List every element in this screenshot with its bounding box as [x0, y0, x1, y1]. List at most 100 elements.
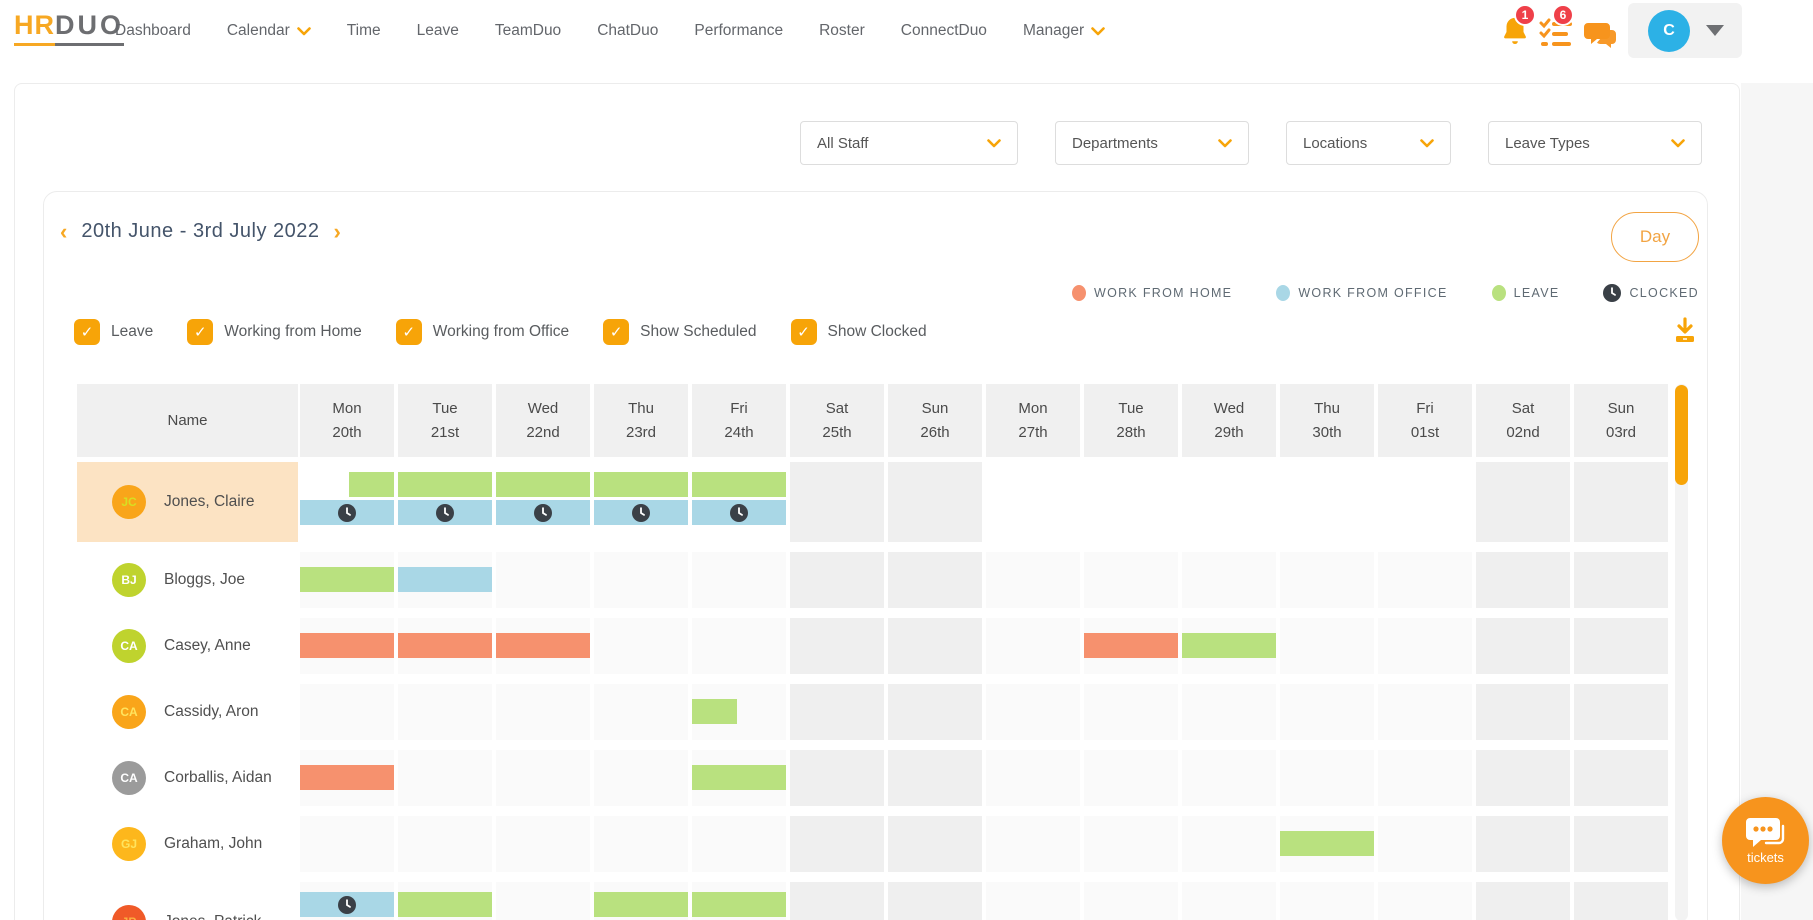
day-cell	[790, 684, 884, 740]
day-cell	[1182, 882, 1276, 920]
nav-item-leave[interactable]: Leave	[417, 22, 459, 40]
nav-item-label: ConnectDuo	[900, 22, 987, 39]
schedule-bar-office[interactable]	[692, 500, 786, 525]
filter-dropdown-all-staff[interactable]: All Staff	[800, 121, 1018, 165]
filter-dropdown-departments[interactable]: Departments	[1055, 121, 1249, 165]
nav-item-dashboard[interactable]: Dashboard	[115, 22, 191, 40]
nav-item-manager[interactable]: Manager	[1023, 22, 1105, 40]
day-cell	[986, 684, 1080, 740]
chevron-down-icon	[1218, 138, 1232, 148]
day-cell	[888, 816, 982, 872]
notifications-bell-icon[interactable]: 1	[1498, 4, 1536, 55]
schedule-bar-leave[interactable]	[594, 472, 688, 497]
schedule-bar-leave[interactable]	[692, 699, 738, 724]
chevron-down-icon	[987, 138, 1001, 148]
schedule-bar-leave[interactable]	[348, 472, 394, 497]
clock-icon	[338, 895, 356, 914]
next-period-chevron-icon[interactable]: ›	[334, 220, 341, 243]
day-date: 28th	[1116, 423, 1146, 441]
schedule-bar-leave[interactable]	[692, 892, 786, 917]
schedule-bar-office[interactable]	[300, 892, 394, 917]
schedule-bar-leave[interactable]	[300, 567, 394, 592]
schedule-bar-leave[interactable]	[594, 892, 688, 917]
logo-duo: DUO	[55, 10, 124, 46]
grid-scrollbar-thumb[interactable]	[1675, 385, 1688, 485]
tasks-list-icon[interactable]: 6	[1538, 4, 1574, 55]
schedule-bar-leave[interactable]	[1280, 831, 1374, 856]
schedule-bar-office[interactable]	[398, 567, 492, 592]
checkbox-checked: ✓	[187, 319, 214, 345]
schedule-bar-home[interactable]	[398, 633, 492, 658]
day-cell	[1280, 750, 1374, 806]
schedule-bar-leave[interactable]	[1182, 633, 1276, 658]
chat-bubbles-icon[interactable]	[1582, 20, 1618, 55]
nav-item-roster[interactable]: Roster	[819, 22, 865, 40]
row-name-cell[interactable]: CA Cassidy, Aron	[77, 684, 298, 740]
nav-item-label: Time	[346, 22, 381, 39]
row-name-cell[interactable]: JP Jones, Patrick	[77, 882, 298, 920]
nav-item-chatduo[interactable]: ChatDuo	[597, 22, 658, 40]
schedule-bar-home[interactable]	[300, 633, 394, 658]
header-day-cell: Fri 24th	[692, 384, 786, 457]
row-name-cell[interactable]: BJ Bloggs, Joe	[77, 552, 298, 608]
nav-item-performance[interactable]: Performance	[694, 22, 783, 40]
schedule-bar-office[interactable]	[398, 500, 492, 525]
day-date: 26th	[920, 423, 950, 441]
checkbox-checked: ✓	[74, 319, 100, 345]
nav-item-teamduo[interactable]: TeamDuo	[495, 22, 561, 40]
day-header-label: Mon 27th	[986, 384, 1080, 457]
row-name-cell[interactable]: JC Jones, Claire	[77, 462, 298, 542]
schedule-bar-home[interactable]	[300, 765, 394, 790]
day-date: 20th	[332, 423, 362, 441]
row-name-cell[interactable]: GJ Graham, John	[77, 816, 298, 872]
day-view-button[interactable]: Day	[1611, 212, 1699, 262]
day-cell	[986, 750, 1080, 806]
schedule-bar-leave[interactable]	[692, 765, 786, 790]
schedule-bar-office[interactable]	[594, 500, 688, 525]
prev-period-chevron-icon[interactable]: ‹	[60, 220, 67, 243]
day-cell	[986, 882, 1080, 920]
schedule-bar-leave[interactable]	[496, 472, 590, 497]
toggle-show-clocked[interactable]: ✓ Show Clocked	[790, 319, 927, 345]
toggle-label: Show Scheduled	[640, 323, 757, 340]
user-menu-caret-icon	[1706, 25, 1724, 36]
avatar: BJ	[112, 563, 146, 597]
chevron-down-icon	[1671, 138, 1685, 148]
clock-icon	[730, 503, 748, 522]
day-name: Mon	[1018, 399, 1048, 417]
schedule-bar-home[interactable]	[496, 633, 590, 658]
tickets-button[interactable]: tickets	[1722, 797, 1809, 884]
schedule-bar-leave[interactable]	[692, 472, 786, 497]
date-navigation: ‹ 20th June - 3rd July 2022 ›	[60, 220, 341, 243]
toggle-working-from-home[interactable]: ✓ Working from Home	[187, 319, 362, 345]
schedule-bar-leave[interactable]	[398, 892, 492, 917]
nav-item-connectduo[interactable]: ConnectDuo	[901, 22, 987, 40]
download-icon[interactable]	[1673, 317, 1697, 348]
day-cell	[1280, 618, 1374, 674]
day-cell	[398, 684, 492, 740]
day-cell	[790, 816, 884, 872]
user-menu[interactable]: C	[1628, 3, 1742, 58]
nav-item-time[interactable]: Time	[347, 22, 381, 40]
row-name-cell[interactable]: CA Corballis, Aidan	[77, 750, 298, 806]
toggle-leave[interactable]: ✓ Leave	[74, 319, 153, 345]
checkbox-checked: ✓	[603, 319, 630, 345]
filter-dropdown-leave-types[interactable]: Leave Types	[1488, 121, 1702, 165]
hrduo-logo[interactable]: HRDUO	[14, 10, 124, 46]
name-header-label: Name	[167, 411, 208, 429]
schedule-bar-leave[interactable]	[398, 472, 492, 497]
day-cell	[986, 552, 1080, 608]
day-cell	[790, 618, 884, 674]
tasks-badge: 6	[1552, 4, 1574, 26]
employee-name: Bloggs, Joe	[164, 571, 245, 588]
header-day-cell: Sat 25th	[790, 384, 884, 457]
schedule-bar-office[interactable]	[300, 500, 394, 525]
schedule-bar-home[interactable]	[1084, 633, 1178, 658]
toggle-show-scheduled[interactable]: ✓ Show Scheduled	[603, 319, 757, 345]
filter-dropdown-locations[interactable]: Locations	[1286, 121, 1451, 165]
schedule-bar-office[interactable]	[496, 500, 590, 525]
nav-item-calendar[interactable]: Calendar	[227, 22, 311, 40]
toggle-working-from-office[interactable]: ✓ Working from Office	[395, 319, 569, 345]
nav-item-label: TeamDuo	[494, 22, 562, 39]
row-name-cell[interactable]: CA Casey, Anne	[77, 618, 298, 674]
